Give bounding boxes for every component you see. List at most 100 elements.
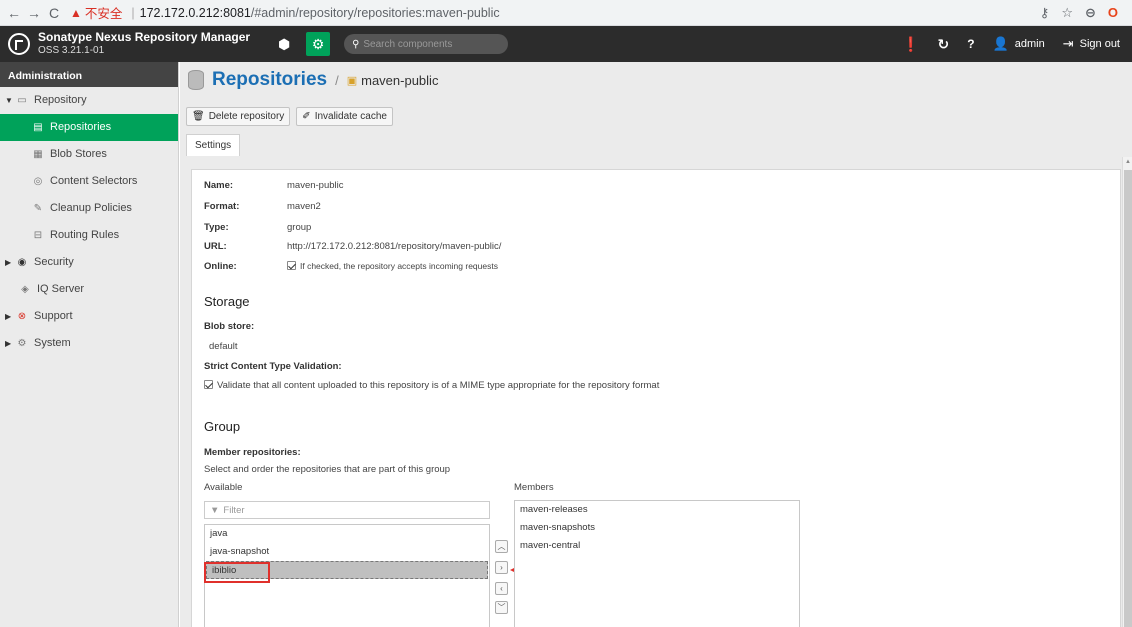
chevron-up-icon: ︿ — [497, 542, 506, 551]
filter-input[interactable] — [223, 504, 464, 516]
filter-box[interactable]: ▼ — [204, 501, 490, 519]
sidebar-item-security[interactable]: ▶ ◉ Security — [0, 249, 178, 276]
list-item[interactable]: maven-releases — [515, 501, 799, 519]
search-box[interactable]: ⚲ — [344, 34, 509, 54]
online-field: If checked, the repository accepts incom… — [287, 261, 498, 272]
online-note: If checked, the repository accepts incom… — [300, 261, 498, 271]
user-icon: 👤 — [992, 36, 1009, 51]
collapse-arrow-icon: ▶ — [5, 312, 12, 321]
address-bar[interactable]: ▲ 不安全 | 172.172.0.212:8081 /#admin/repos… — [70, 3, 500, 22]
trash-icon: 🗑 — [192, 111, 205, 122]
strict-validation-note: Validate that all content uploaded to th… — [217, 380, 660, 391]
nexus-logo-icon[interactable] — [8, 33, 30, 55]
refresh-icon[interactable]: ↻ — [937, 36, 949, 53]
sign-out-button[interactable]: ⇥ Sign out — [1063, 36, 1120, 52]
admin-mode-button[interactable]: ⚙ — [306, 32, 331, 56]
sidebar-item-label: Security — [34, 256, 74, 268]
sidebar-item-label: IQ Server — [37, 283, 85, 295]
sidebar-item-label: Cleanup Policies — [50, 202, 132, 214]
delete-repository-button[interactable]: 🗑 Delete repository — [186, 107, 291, 126]
sidebar-item-cleanup-policies[interactable]: ✎ Cleanup Policies — [0, 195, 178, 222]
online-row: Online: If checked, the repository accep… — [204, 261, 498, 272]
app-title: Sonatype Nexus Repository Manager OSS 3.… — [38, 31, 250, 57]
members-list[interactable]: maven-releases maven-snapshots maven-cen… — [514, 500, 800, 627]
move-down-button[interactable]: ﹀ — [495, 601, 508, 614]
strict-validation-field: Validate that all content uploaded to th… — [204, 380, 659, 391]
sidebar-item-label: Repository — [34, 94, 87, 106]
cube-icon: ⬢ — [277, 35, 291, 52]
sidebar-item-repositories[interactable]: ▤ Repositories — [0, 114, 178, 141]
sign-out-label: Sign out — [1079, 38, 1120, 50]
product-version: OSS 3.21.1-01 — [38, 45, 105, 56]
button-label: Delete repository — [208, 111, 285, 122]
repository-icon: ▭ — [17, 95, 27, 106]
filter-icon: ▼ — [210, 504, 220, 516]
selector-icon: ◎ — [33, 176, 43, 187]
profile-icon[interactable]: ⊖ — [1085, 5, 1096, 21]
breadcrumb-current: ▣ maven-public — [347, 73, 439, 88]
sidebar: Administration ▼ ▭ Repository ▤ Reposito… — [0, 62, 179, 627]
help-icon[interactable]: ? — [967, 37, 974, 51]
chevron-right-icon: › — [500, 563, 503, 572]
name-label: Name: — [204, 180, 234, 191]
alert-icon[interactable]: ❗ — [902, 36, 919, 53]
blob-store-label: Blob store: — [204, 321, 255, 332]
database-icon: ▤ — [33, 122, 43, 133]
available-label: Available — [204, 482, 243, 493]
username: admin — [1014, 38, 1045, 50]
search-input[interactable] — [363, 38, 494, 50]
list-item[interactable]: maven-central — [515, 537, 799, 555]
format-value: maven2 — [287, 201, 321, 212]
forward-button[interactable]: → — [24, 5, 44, 21]
extension-icon[interactable]: O — [1108, 5, 1118, 20]
highlight-box — [204, 562, 270, 583]
main-content: Repositories / ▣ maven-public 🗑 Delete r… — [180, 62, 1132, 627]
key-icon[interactable]: ⚷ — [1040, 5, 1050, 21]
tab-settings[interactable]: Settings — [186, 134, 241, 156]
browse-mode-button[interactable]: ⬢ — [272, 32, 296, 56]
invalidate-cache-button[interactable]: ✐ Invalidate cache — [296, 107, 393, 126]
sidebar-item-routing-rules[interactable]: ⊟ Routing Rules — [0, 222, 178, 249]
url-value: http://172.172.0.212:8081/repository/mav… — [287, 241, 502, 252]
sidebar-item-support[interactable]: ▶ ⊗ Support — [0, 303, 178, 330]
search-icon: ⚲ — [352, 38, 360, 50]
sidebar-item-blob-stores[interactable]: ▦ Blob Stores — [0, 141, 178, 168]
user-menu[interactable]: 👤 admin — [993, 36, 1045, 52]
move-up-button[interactable]: ︿ — [495, 540, 508, 553]
scrollbar[interactable]: ▲ — [1122, 157, 1132, 627]
name-row: Name: maven-public — [204, 180, 344, 191]
sidebar-item-iq-server[interactable]: ◈ IQ Server — [0, 276, 178, 303]
sidebar-item-repository[interactable]: ▼ ▭ Repository — [0, 87, 178, 114]
warning-icon: ▲ — [70, 5, 82, 20]
breadcrumb: Repositories / ▣ maven-public — [188, 69, 438, 91]
button-label: Invalidate cache — [314, 111, 387, 122]
sidebar-heading: Administration — [0, 62, 178, 87]
sidebar-item-system[interactable]: ▶ ⚙ System — [0, 330, 178, 357]
expand-arrow-icon: ▼ — [5, 96, 13, 105]
reload-button[interactable]: C — [44, 5, 64, 21]
server-icon: ▦ — [33, 149, 43, 160]
type-row: Type: group — [204, 222, 311, 233]
add-member-button[interactable]: › — [495, 561, 508, 574]
online-checkbox[interactable] — [287, 261, 296, 270]
back-button[interactable]: ← — [4, 5, 24, 21]
sidebar-item-content-selectors[interactable]: ◎ Content Selectors — [0, 168, 178, 195]
list-item[interactable]: maven-snapshots — [515, 519, 799, 537]
star-icon[interactable]: ☆ — [1061, 5, 1073, 21]
type-value: group — [287, 222, 312, 233]
remove-member-button[interactable]: ‹ — [495, 582, 508, 595]
list-item[interactable]: java — [205, 525, 489, 543]
strict-validation-checkbox[interactable] — [204, 380, 213, 389]
sidebar-item-label: Repositories — [50, 121, 112, 133]
chevron-left-icon: ‹ — [500, 584, 503, 593]
sidebar-item-label: Blob Stores — [50, 148, 107, 160]
broom-icon: ✎ — [33, 203, 43, 214]
url-label: URL: — [204, 241, 227, 252]
list-item[interactable]: java-snapshot — [205, 543, 489, 561]
online-label: Online: — [204, 261, 237, 272]
page-title[interactable]: Repositories — [212, 69, 327, 91]
scroll-up-icon[interactable]: ▲ — [1123, 159, 1132, 165]
scroll-thumb[interactable] — [1124, 170, 1132, 627]
chevron-down-icon: ﹀ — [497, 603, 506, 612]
sidebar-item-label: System — [34, 337, 71, 349]
